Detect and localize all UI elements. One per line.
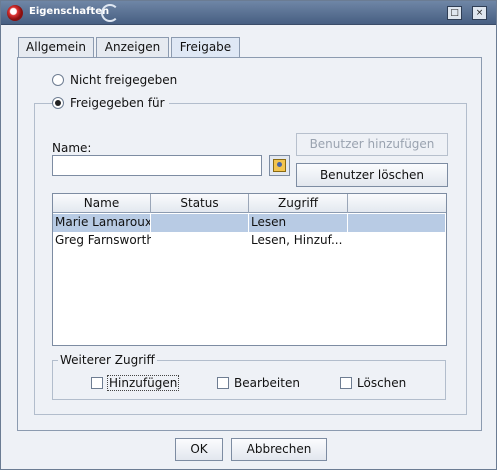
checkbox[interactable] xyxy=(91,377,103,389)
column-header-status[interactable]: Status xyxy=(151,194,249,213)
close-button[interactable]: × xyxy=(472,6,487,20)
app-icon xyxy=(7,5,23,21)
column-header-empty[interactable] xyxy=(348,194,446,213)
cell-access: Lesen xyxy=(249,214,348,232)
cell-status xyxy=(151,214,249,232)
cell-extra xyxy=(348,214,446,232)
table-row[interactable]: Marie Lamaroux Lesen xyxy=(53,214,446,232)
column-header-access[interactable]: Zugriff xyxy=(249,194,348,213)
checkbox-delete-label: Löschen xyxy=(357,376,407,390)
radio-button-selected[interactable] xyxy=(52,97,64,109)
name-label: Name: xyxy=(52,141,92,155)
checkbox[interactable] xyxy=(217,377,229,389)
delete-user-button[interactable]: Benutzer löschen xyxy=(296,163,448,187)
window-title: Eigenschaften xyxy=(29,6,110,17)
address-book-button[interactable] xyxy=(269,155,290,176)
add-user-button[interactable]: Benutzer hinzufügen xyxy=(296,133,448,156)
cancel-button[interactable]: Abbrechen xyxy=(231,438,327,461)
checkbox-add[interactable]: Hinzufügen xyxy=(91,375,180,391)
checkbox-add-label: Hinzufügen xyxy=(106,375,180,391)
ok-button[interactable]: OK xyxy=(175,438,223,461)
name-input[interactable] xyxy=(52,155,262,176)
radio-not-shared-label: Nicht freigegeben xyxy=(70,73,178,87)
swirl-icon xyxy=(101,4,119,22)
tab-anzeigen[interactable]: Anzeigen xyxy=(96,37,169,57)
properties-dialog: Eigenschaften □ × Allgemein Anzeigen Fre… xyxy=(0,0,497,470)
radio-shared-for[interactable]: Freigegeben für xyxy=(52,96,169,110)
cell-extra xyxy=(348,232,446,250)
cell-status xyxy=(151,232,249,250)
checkbox[interactable] xyxy=(340,377,352,389)
cell-name: Greg Farnsworth xyxy=(55,233,151,247)
cell-access: Lesen, Hinzuf... xyxy=(251,233,343,247)
further-access-legend: Weiterer Zugriff xyxy=(58,353,157,367)
cell-name: Marie Lamaroux xyxy=(53,214,151,232)
users-table: Name Status Zugriff Marie Lamaroux Lesen… xyxy=(52,193,447,346)
table-row[interactable]: Greg Farnsworth Lesen, Hinzuf... xyxy=(53,232,446,250)
column-header-name[interactable]: Name xyxy=(53,194,151,213)
checkbox-delete[interactable]: Löschen xyxy=(340,376,406,390)
tab-allgemein[interactable]: Allgemein xyxy=(18,37,94,57)
radio-button[interactable] xyxy=(52,74,64,86)
title-bar[interactable]: Eigenschaften □ × xyxy=(1,1,496,25)
radio-not-shared[interactable]: Nicht freigegeben xyxy=(52,73,177,87)
checkbox-edit[interactable]: Bearbeiten xyxy=(217,376,300,390)
radio-shared-for-label: Freigegeben für xyxy=(70,96,165,110)
maximize-button[interactable]: □ xyxy=(447,6,462,20)
table-header: Name Status Zugriff xyxy=(53,194,446,213)
checkbox-edit-label: Bearbeiten xyxy=(234,376,300,390)
address-book-icon xyxy=(273,159,286,172)
tab-freigabe[interactable]: Freigabe xyxy=(171,37,240,58)
